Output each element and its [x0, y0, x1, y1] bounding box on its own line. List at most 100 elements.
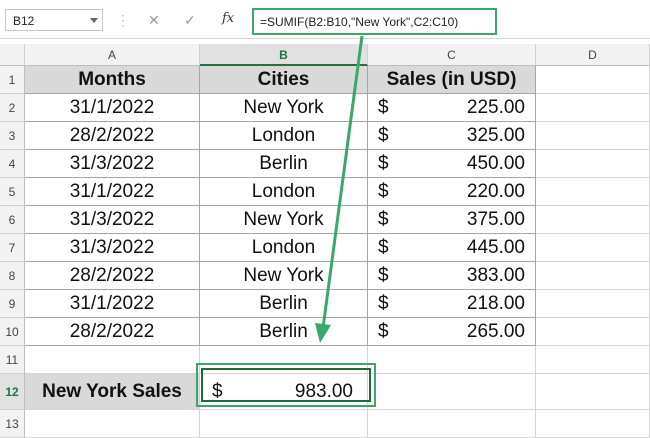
sales-value: 450.00: [466, 153, 525, 174]
month-cell[interactable]: 31/3/2022: [25, 150, 200, 178]
city-cell[interactable]: New York: [200, 94, 368, 122]
name-box-value: B12: [13, 14, 35, 28]
formula-input[interactable]: =SUMIF(B2:B10,"New York",C2:C10): [252, 8, 497, 35]
summary-label-cell[interactable]: New York Sales: [25, 374, 200, 410]
sales-cell[interactable]: $445.00: [368, 234, 536, 262]
currency-symbol: $: [378, 125, 389, 146]
row-header-13[interactable]: 13: [0, 410, 25, 438]
sales-value: 445.00: [466, 237, 525, 258]
empty-cell[interactable]: [25, 346, 200, 374]
empty-cell[interactable]: [536, 122, 650, 150]
header-cell[interactable]: Cities: [200, 66, 368, 94]
city-cell[interactable]: New York: [200, 262, 368, 290]
currency-symbol: $: [378, 97, 389, 118]
empty-cell[interactable]: [368, 346, 536, 374]
city-cell[interactable]: Berlin: [200, 290, 368, 318]
row-header-10[interactable]: 10: [0, 318, 25, 346]
sales-value: 225.00: [466, 97, 525, 118]
row-header-11[interactable]: 11: [0, 346, 25, 374]
empty-cell[interactable]: [536, 206, 650, 234]
city-cell[interactable]: New York: [200, 206, 368, 234]
month-cell[interactable]: 31/3/2022: [25, 206, 200, 234]
currency-symbol: $: [378, 209, 389, 230]
city-cell[interactable]: London: [200, 234, 368, 262]
sales-cell[interactable]: $375.00: [368, 206, 536, 234]
column-header-a[interactable]: A: [25, 44, 200, 66]
formula-bar: B12 ⋮ ✕ ✓ fx =SUMIF(B2:B10,"New York",C2…: [0, 0, 650, 44]
city-cell[interactable]: Berlin: [200, 318, 368, 346]
row-header-9[interactable]: 9: [0, 290, 25, 318]
currency-symbol: $: [378, 237, 389, 258]
row-header-3[interactable]: 3: [0, 122, 25, 150]
column-header-d[interactable]: D: [536, 44, 650, 66]
selected-cell-highlight: [196, 363, 376, 407]
row-header-12[interactable]: 12: [0, 374, 25, 410]
sales-value: 220.00: [466, 181, 525, 202]
month-cell[interactable]: 31/1/2022: [25, 290, 200, 318]
currency-symbol: $: [378, 265, 389, 286]
row-header-1[interactable]: 1: [0, 66, 25, 94]
month-cell[interactable]: 31/1/2022: [25, 178, 200, 206]
sales-cell[interactable]: $218.00: [368, 290, 536, 318]
month-cell[interactable]: 28/2/2022: [25, 122, 200, 150]
empty-cell[interactable]: [536, 178, 650, 206]
currency-symbol: $: [378, 321, 389, 342]
row-header-8[interactable]: 8: [0, 262, 25, 290]
sales-value: 265.00: [466, 321, 525, 342]
empty-cell[interactable]: [368, 374, 536, 410]
empty-cell[interactable]: [536, 346, 650, 374]
empty-cell[interactable]: [200, 410, 368, 438]
empty-cell[interactable]: [536, 66, 650, 94]
currency-symbol: $: [378, 153, 389, 174]
header-cell[interactable]: Months: [25, 66, 200, 94]
enter-icon[interactable]: ✓: [184, 12, 196, 28]
city-cell[interactable]: Berlin: [200, 150, 368, 178]
month-cell[interactable]: 31/1/2022: [25, 94, 200, 122]
empty-cell[interactable]: [536, 262, 650, 290]
formula-text: =SUMIF(B2:B10,"New York",C2:C10): [260, 15, 459, 29]
sales-cell[interactable]: $265.00: [368, 318, 536, 346]
empty-cell[interactable]: [536, 290, 650, 318]
cancel-icon[interactable]: ✕: [148, 12, 160, 28]
insert-function-icon[interactable]: fx: [222, 11, 234, 26]
currency-symbol: $: [378, 293, 389, 314]
column-header-c[interactable]: C: [368, 44, 536, 66]
empty-cell[interactable]: [536, 374, 650, 410]
formula-bar-grip-icon: ⋮: [116, 12, 130, 28]
name-box[interactable]: B12: [5, 9, 103, 31]
empty-cell[interactable]: [536, 234, 650, 262]
sales-value: 383.00: [466, 265, 525, 286]
spreadsheet-grid: A B C D 1 2 3 4 5 6 7 8 9 10 11 12 13 Months Cities Sa…: [0, 44, 650, 438]
row-header-5[interactable]: 5: [0, 178, 25, 206]
row-header-2[interactable]: 2: [0, 94, 25, 122]
active-cell-border: [201, 368, 371, 402]
sales-cell[interactable]: $325.00: [368, 122, 536, 150]
empty-cell[interactable]: [536, 94, 650, 122]
currency-symbol: $: [378, 181, 389, 202]
row-header-6[interactable]: 6: [0, 206, 25, 234]
sales-value: 375.00: [466, 209, 525, 230]
header-cell[interactable]: Sales (in USD): [368, 66, 536, 94]
sales-value: 325.00: [466, 125, 525, 146]
row-header-7[interactable]: 7: [0, 234, 25, 262]
sales-cell[interactable]: $220.00: [368, 178, 536, 206]
city-cell[interactable]: London: [200, 122, 368, 150]
empty-cell[interactable]: [368, 410, 536, 438]
month-cell[interactable]: 28/2/2022: [25, 262, 200, 290]
empty-cell[interactable]: [536, 150, 650, 178]
select-all-corner[interactable]: [0, 44, 25, 66]
sales-cell[interactable]: $225.00: [368, 94, 536, 122]
column-header-b[interactable]: B: [200, 44, 368, 66]
empty-cell[interactable]: [25, 410, 200, 438]
row-header-4[interactable]: 4: [0, 150, 25, 178]
empty-cell[interactable]: [536, 410, 650, 438]
month-cell[interactable]: 28/2/2022: [25, 318, 200, 346]
sales-cell[interactable]: $383.00: [368, 262, 536, 290]
empty-cell[interactable]: [536, 318, 650, 346]
sales-value: 218.00: [466, 293, 525, 314]
city-cell[interactable]: London: [200, 178, 368, 206]
formula-bar-divider: [0, 38, 650, 39]
chevron-down-icon[interactable]: [90, 18, 98, 23]
sales-cell[interactable]: $450.00: [368, 150, 536, 178]
month-cell[interactable]: 31/3/2022: [25, 234, 200, 262]
